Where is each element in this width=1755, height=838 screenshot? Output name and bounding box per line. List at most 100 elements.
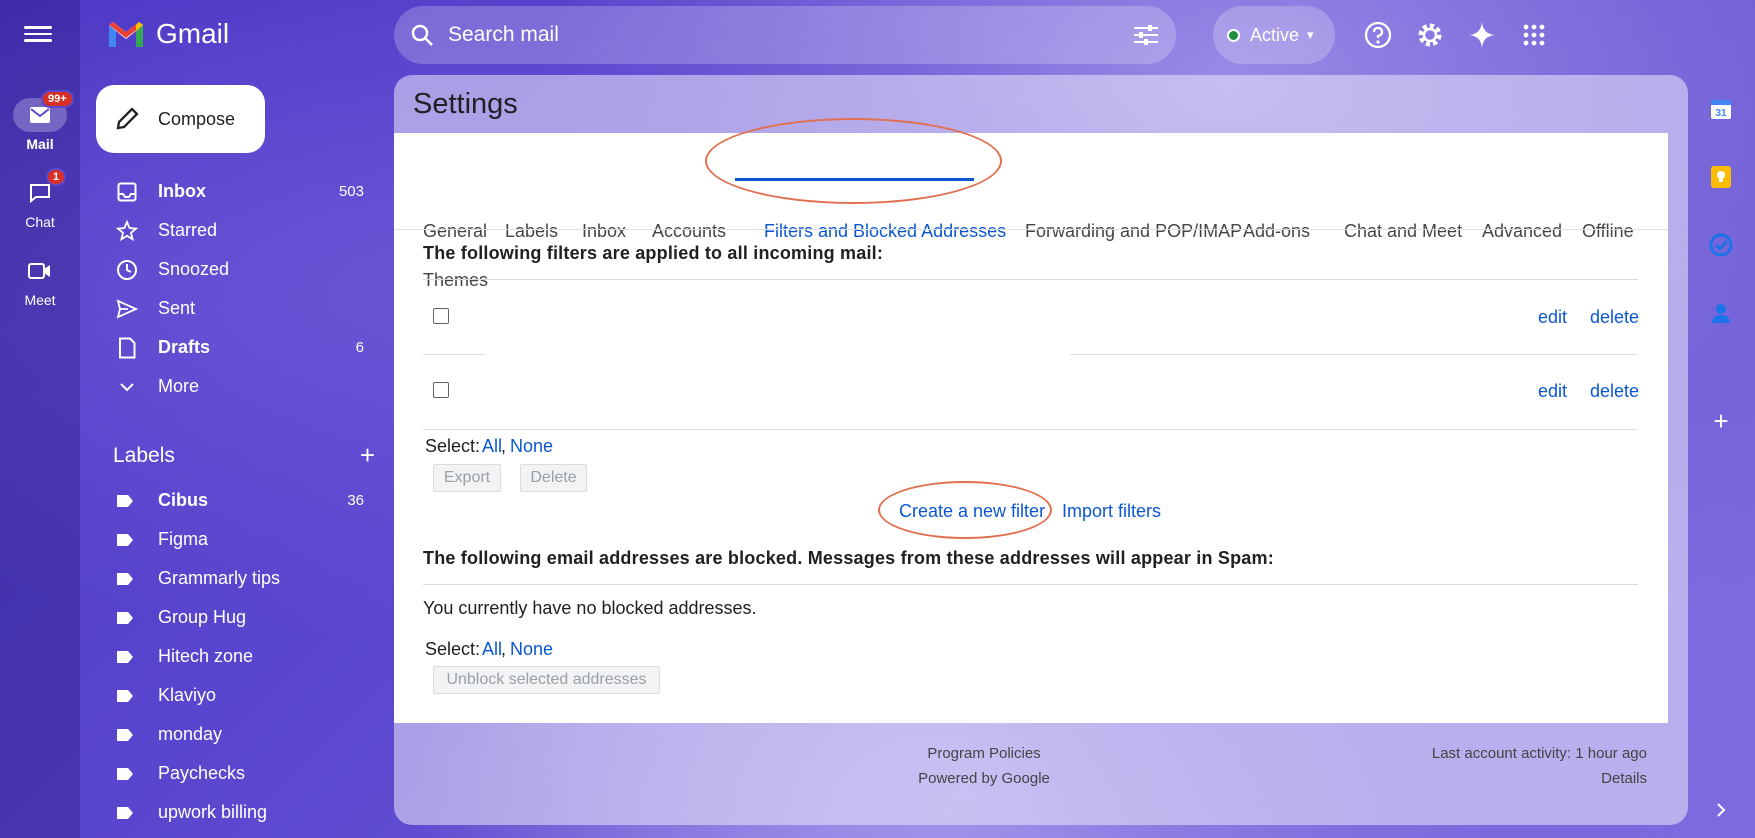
status-selector[interactable]: Active ▾ (1213, 6, 1335, 64)
clock-icon (116, 259, 138, 281)
gmail-logo-text: Gmail (156, 18, 230, 49)
import-filters-link[interactable]: Import filters (1062, 501, 1161, 522)
tab-forwarding[interactable]: Forwarding and POP/IMAP (1025, 221, 1242, 242)
help-icon[interactable] (1361, 18, 1395, 52)
label-name: Hitech zone (158, 646, 254, 666)
tab-addons[interactable]: Add-ons (1243, 221, 1310, 242)
divider (423, 354, 486, 355)
select-none-link[interactable]: None (510, 436, 553, 457)
nav-item-inbox[interactable]: Inbox 503 (96, 172, 380, 211)
label-tag-icon (117, 728, 133, 741)
label-tag-icon (117, 767, 133, 780)
labels-header: Labels + (113, 440, 375, 471)
search-input[interactable] (448, 23, 1132, 47)
nav-item-more[interactable]: More (96, 367, 380, 406)
rail-mail[interactable]: 99+ Mail (0, 90, 80, 152)
select-label: Select: (425, 639, 481, 659)
nav-label: Starred (158, 220, 218, 240)
tab-general[interactable]: General (423, 221, 487, 242)
search-bar[interactable] (394, 6, 1176, 64)
unblock-button[interactable]: Unblock selected addresses (433, 666, 660, 694)
tab-inbox[interactable]: Inbox (582, 221, 626, 242)
nav-label: Snoozed (158, 259, 230, 279)
chevron-down-icon: ▾ (1307, 27, 1314, 42)
edit-filter-link[interactable]: edit (1538, 381, 1567, 402)
label-name: Grammarly tips (158, 568, 281, 588)
label-tag-icon (117, 494, 133, 507)
calendar-icon[interactable]: 31 (1708, 96, 1734, 122)
delete-filter-link[interactable]: delete (1590, 381, 1639, 402)
divider (1070, 354, 1638, 355)
inbox-icon (116, 181, 138, 203)
chevron-right-icon[interactable] (1708, 797, 1734, 823)
details-link[interactable]: Details (1294, 770, 1647, 787)
add-addon-icon[interactable]: + (1708, 406, 1734, 436)
gemini-sparkle-icon[interactable] (1465, 18, 1499, 52)
label-item[interactable]: Grammarly tips (96, 559, 380, 598)
select-all-link[interactable]: All (482, 436, 502, 457)
select-none-link[interactable]: None (510, 639, 553, 660)
nav-item-snoozed[interactable]: Snoozed (96, 250, 380, 289)
delete-filter-link[interactable]: delete (1590, 307, 1639, 328)
label-count: 36 (347, 492, 364, 509)
labels-heading: Labels (113, 443, 175, 467)
tab-filters[interactable]: Filters and Blocked Addresses (764, 221, 1006, 242)
contacts-icon[interactable] (1708, 300, 1734, 326)
program-policies-link[interactable]: Program Policies (874, 745, 1094, 762)
select-all-link[interactable]: All (482, 639, 502, 660)
chevron-down-icon (116, 376, 138, 398)
main-menu-icon[interactable] (24, 22, 52, 44)
tab-offline[interactable]: Offline (1582, 221, 1634, 242)
rail-chat[interactable]: 1 Chat (0, 168, 80, 230)
comma-separator: , (501, 639, 507, 659)
nav-item-sent[interactable]: Sent (96, 289, 380, 328)
filter-checkbox[interactable] (433, 382, 449, 398)
filter-checkbox[interactable] (433, 308, 449, 324)
rail-meet[interactable]: Meet (0, 254, 80, 308)
label-item[interactable]: Hitech zone (96, 637, 380, 676)
nav-item-drafts[interactable]: Drafts 6 (96, 328, 380, 367)
tab-chat-meet[interactable]: Chat and Meet (1344, 221, 1462, 242)
add-label-icon[interactable]: + (360, 440, 375, 471)
keep-icon[interactable] (1708, 164, 1734, 190)
nav-label: More (158, 376, 200, 396)
powered-by-text: Powered by Google (918, 770, 1050, 787)
tab-accounts[interactable]: Accounts (652, 221, 726, 242)
tasks-icon[interactable] (1708, 232, 1734, 258)
label-name: Group Hug (158, 607, 247, 627)
nav-item-starred[interactable]: Starred (96, 211, 380, 250)
mail-badge: 99+ (41, 90, 74, 108)
gmail-logo[interactable]: Gmail (106, 18, 229, 50)
comma-separator: , (501, 436, 507, 456)
compose-button[interactable]: Compose (96, 85, 265, 153)
label-item[interactable]: Cibus 36 (96, 481, 380, 520)
select-label: Select: (425, 436, 481, 456)
label-tag-icon (117, 689, 133, 702)
label-item[interactable]: Group Hug (96, 598, 380, 637)
label-item[interactable]: Figma (96, 520, 380, 559)
label-item[interactable]: upwork billing (96, 793, 380, 832)
annotation-oval-tab (705, 118, 1002, 204)
export-button[interactable]: Export (433, 464, 501, 492)
label-item[interactable]: Klaviyo (96, 676, 380, 715)
label-tag-icon (117, 533, 133, 546)
label-item[interactable]: Paychecks (96, 754, 380, 793)
divider (423, 584, 1638, 585)
apps-grid-icon[interactable] (1517, 18, 1551, 52)
gmail-m-icon (109, 22, 143, 47)
tab-advanced[interactable]: Advanced (1482, 221, 1562, 242)
search-icon[interactable] (410, 23, 434, 47)
search-options-icon[interactable] (1132, 23, 1160, 47)
label-item[interactable]: monday (96, 715, 380, 754)
last-activity-text: Last account activity: 1 hour ago (1431, 745, 1647, 762)
labels-list: Cibus 36 Figma Grammarly tips Group Hug … (96, 481, 380, 832)
send-icon (116, 298, 138, 320)
gear-icon[interactable] (1413, 18, 1447, 52)
video-icon (13, 254, 67, 288)
label-tag-icon (117, 650, 133, 663)
delete-button[interactable]: Delete (520, 464, 587, 492)
edit-filter-link[interactable]: edit (1538, 307, 1567, 328)
tab-themes[interactable]: Themes (423, 270, 488, 291)
blocked-heading: The following email addresses are blocke… (423, 548, 1274, 568)
tab-labels[interactable]: Labels (505, 221, 558, 242)
